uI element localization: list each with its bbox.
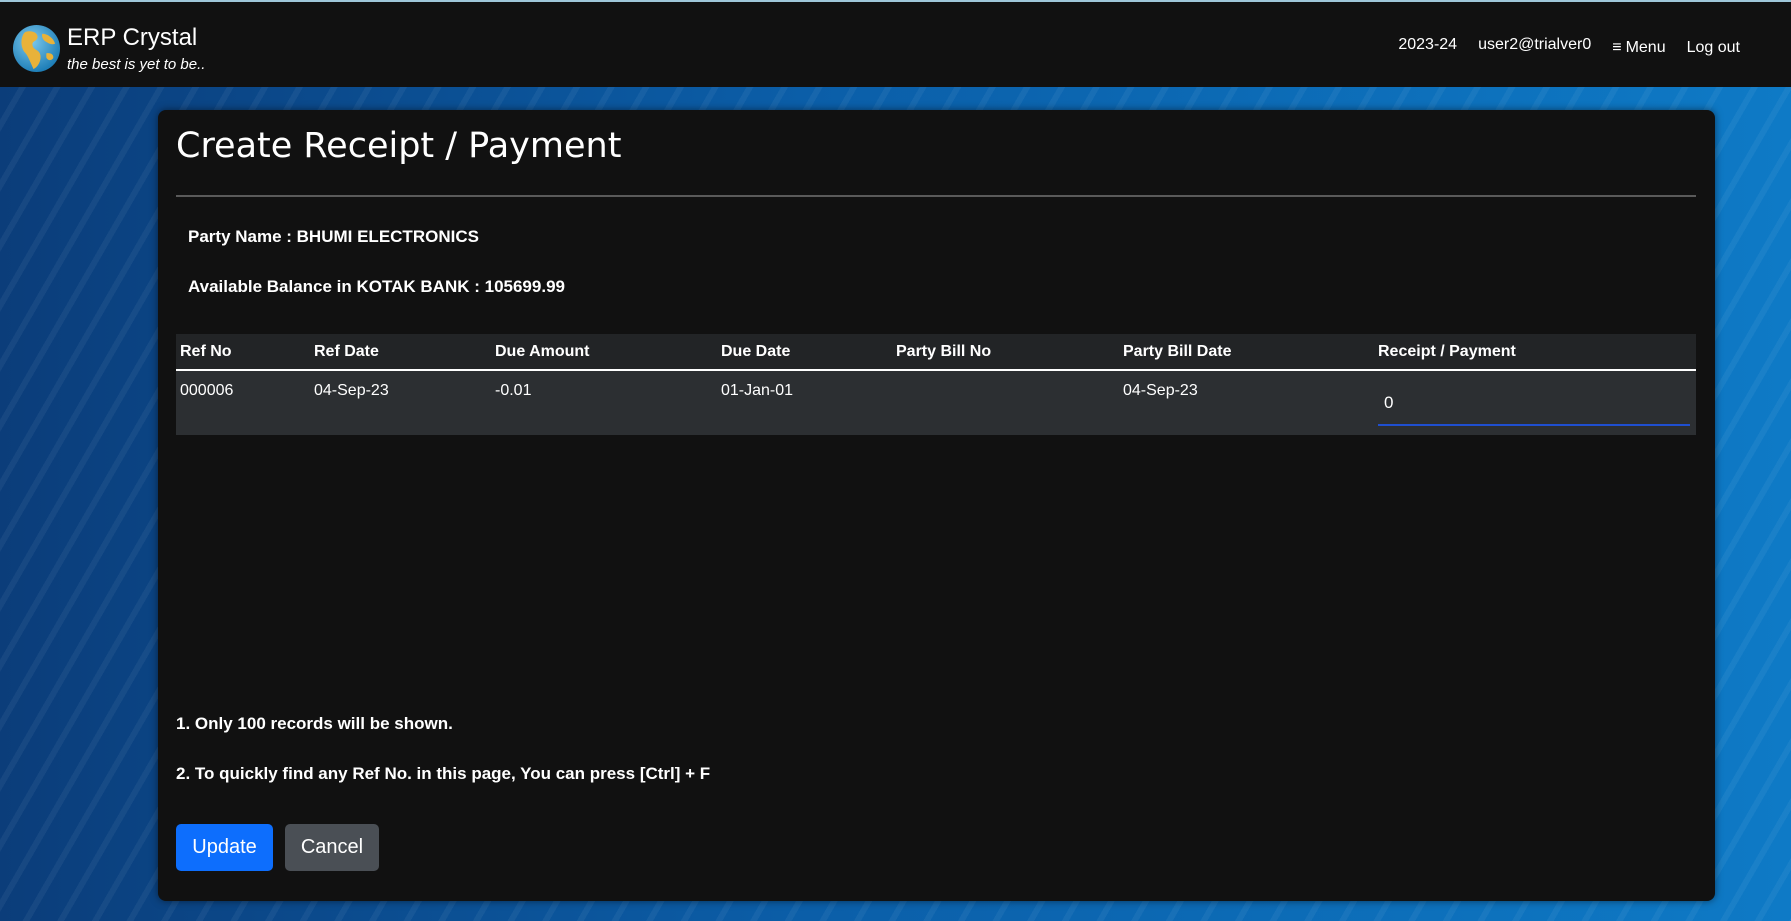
top-navbar: ERP Crystal the best is yet to be.. 2023… <box>0 0 1791 87</box>
column-ref-date: Ref Date <box>314 343 379 360</box>
table-header: Ref No Ref Date Due Amount Due Date Part… <box>176 334 1696 371</box>
brand-tagline: the best is yet to be.. <box>67 56 206 73</box>
column-due-amount: Due Amount <box>495 343 590 360</box>
cell-ref-date: 04-Sep-23 <box>314 382 389 399</box>
receipt-payment-card: Create Receipt / Payment Party Name : BH… <box>158 110 1715 901</box>
update-button[interactable]: Update <box>176 824 273 871</box>
brand-title[interactable]: ERP Crystal <box>67 24 197 52</box>
party-name: Party Name : BHUMI ELECTRONICS <box>188 227 479 246</box>
column-party-bill-no: Party Bill No <box>896 343 992 360</box>
cell-due-amount: -0.01 <box>495 382 532 399</box>
cell-party-bill-date: 04-Sep-23 <box>1123 382 1198 399</box>
receipt-table: Ref No Ref Date Due Amount Due Date Part… <box>176 334 1696 435</box>
note-record-limit: 1. Only 100 records will be shown. <box>176 714 453 733</box>
page-title: Create Receipt / Payment <box>176 126 622 166</box>
title-divider <box>176 195 1696 197</box>
cancel-button[interactable]: Cancel <box>285 824 379 871</box>
table-row: 000006 04-Sep-23 -0.01 01-Jan-01 04-Sep-… <box>176 371 1696 435</box>
column-party-bill-date: Party Bill Date <box>1123 343 1232 360</box>
globe-icon[interactable] <box>12 24 61 73</box>
available-balance: Available Balance in KOTAK BANK : 105699… <box>188 277 565 296</box>
hamburger-icon: ≡ <box>1612 39 1622 56</box>
cell-due-date: 01-Jan-01 <box>721 382 794 399</box>
nav-right: 2023-24 user2@trialver0 ≡ Menu Log out <box>1398 33 1791 57</box>
column-ref-no: Ref No <box>180 343 232 360</box>
cell-ref-no: 000006 <box>180 382 234 399</box>
note-find-shortcut: 2. To quickly find any Ref No. in this p… <box>176 764 711 783</box>
logout-link[interactable]: Log out <box>1687 39 1740 57</box>
receipt-payment-input[interactable] <box>1378 382 1690 426</box>
column-receipt-payment: Receipt / Payment <box>1378 343 1516 360</box>
menu-button[interactable]: ≡ Menu <box>1612 39 1665 57</box>
menu-label: Menu <box>1625 39 1666 56</box>
user-account[interactable]: user2@trialver0 <box>1478 36 1591 54</box>
column-due-date: Due Date <box>721 343 791 360</box>
financial-year[interactable]: 2023-24 <box>1398 36 1457 54</box>
